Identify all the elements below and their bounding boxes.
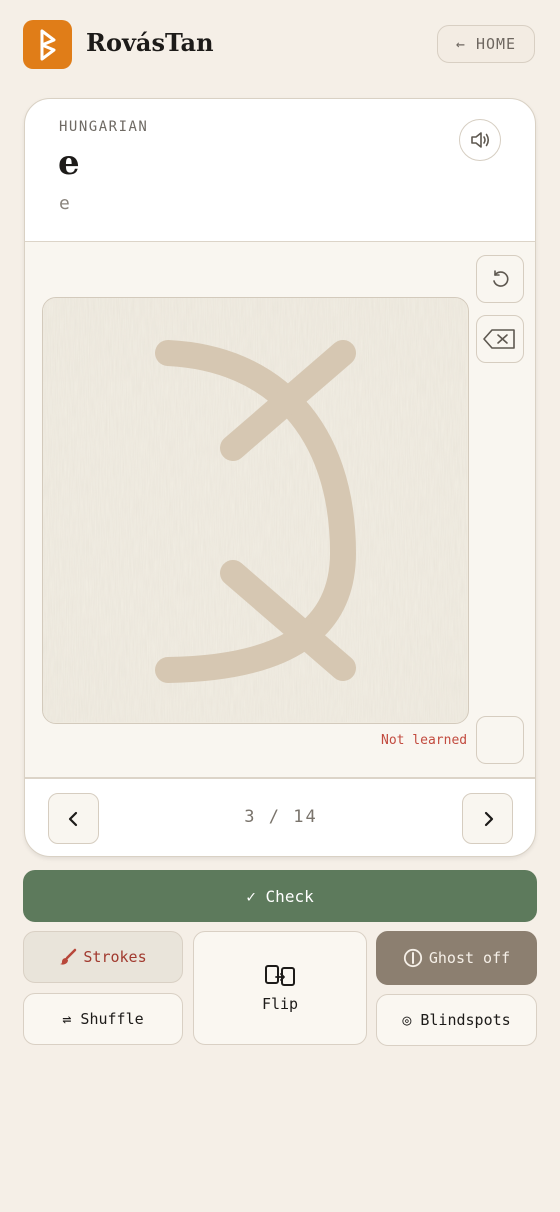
backspace-icon <box>483 329 515 349</box>
clear-button[interactable] <box>476 315 524 363</box>
flip-cards-icon <box>265 965 295 986</box>
shuffle-label: ⇌ Shuffle <box>62 1010 144 1028</box>
glyph-name: e <box>58 143 80 183</box>
undo-button[interactable] <box>476 255 524 303</box>
flashcard: HUNGARIAN e e Not learned 3 / 14 <box>24 98 536 857</box>
blindspots-label: ◎ Blindspots <box>402 1011 511 1029</box>
undo-icon <box>493 270 509 287</box>
mark-learned-checkbox[interactable] <box>476 716 524 764</box>
strokes-button[interactable]: Strokes <box>23 931 183 983</box>
rune-logo-icon <box>23 20 72 69</box>
learned-status: Not learned <box>381 733 468 748</box>
strokes-label: Strokes <box>83 948 147 966</box>
play-sound-button[interactable] <box>459 119 501 161</box>
app-title: RovásTan <box>86 28 214 57</box>
language-label: HUNGARIAN <box>59 119 149 135</box>
drawing-area: Not learned <box>25 242 535 777</box>
app-header: RovásTan ← HOME <box>0 0 560 90</box>
progress-counter: 3 / 14 <box>244 807 318 827</box>
check-button[interactable]: ✓ Check <box>23 870 537 922</box>
divider <box>25 777 535 779</box>
ghost-toggle-button[interactable]: Ghost off <box>376 931 537 985</box>
ghost-glyph <box>43 298 467 722</box>
transliteration: e <box>59 193 70 214</box>
next-button[interactable] <box>462 793 513 844</box>
shuffle-button[interactable]: ⇌ Shuffle <box>23 993 183 1045</box>
flip-label: Flip <box>261 995 299 1013</box>
ghost-label: Ghost off <box>428 949 511 967</box>
drawing-canvas[interactable] <box>42 297 469 724</box>
blindspots-button[interactable]: ◎ Blindspots <box>376 994 537 1046</box>
ghost-toggle-icon <box>403 948 423 968</box>
chevron-right-icon <box>484 811 493 826</box>
flip-button[interactable]: Flip <box>193 931 367 1045</box>
brush-icon <box>59 948 77 966</box>
home-button[interactable]: ← HOME <box>437 25 535 63</box>
speaker-icon <box>471 132 490 148</box>
